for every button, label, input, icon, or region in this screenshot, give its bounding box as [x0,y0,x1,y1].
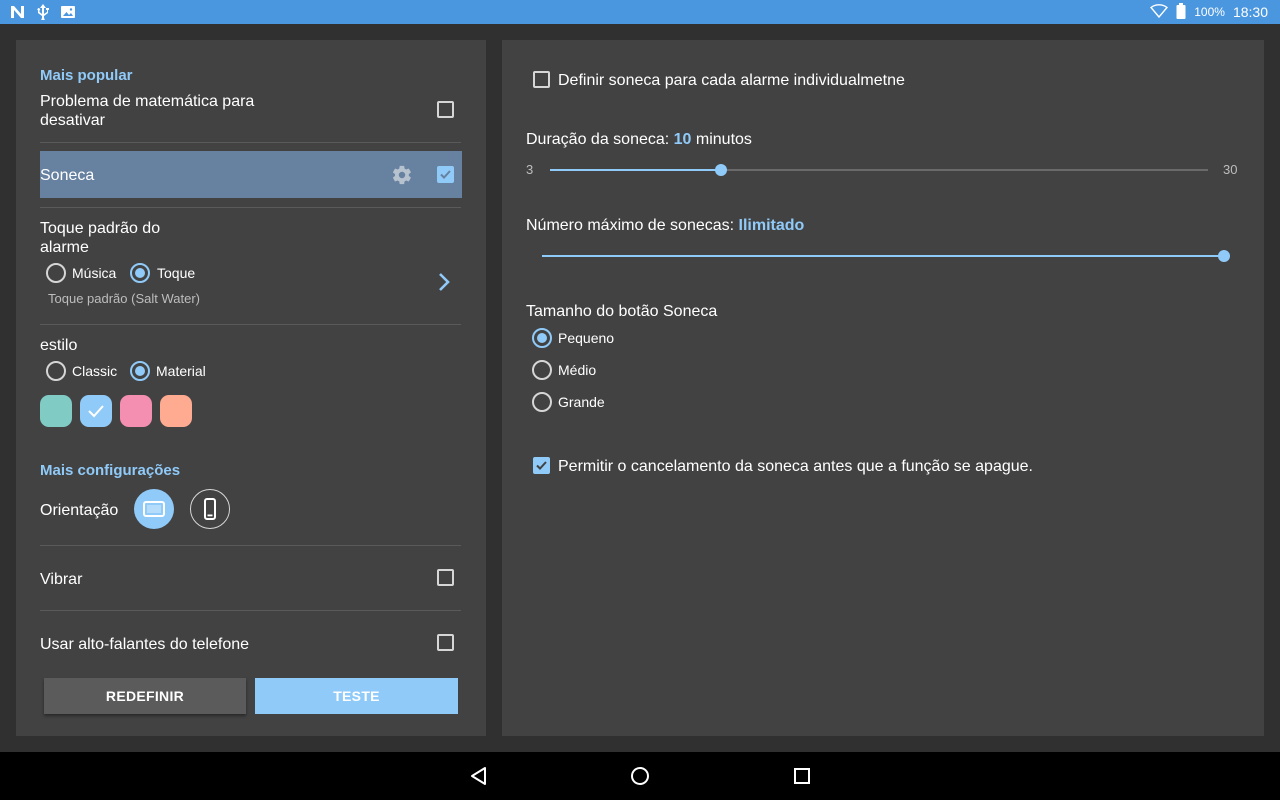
divider [40,324,461,325]
recents-icon[interactable] [790,764,814,788]
speakers-label: Usar alto-falantes do telefone [40,636,250,653]
math-problem-label-line1: Problema de matemática para [40,93,255,110]
radio-style-classic[interactable] [46,361,66,381]
max-snoozes-label: Número máximo de sonecas: Ilimitado [526,216,804,235]
radio-style-material[interactable] [130,361,150,381]
radio-size-medium[interactable] [532,360,552,380]
usb-icon [36,4,50,25]
vibrate-checkbox[interactable] [437,569,454,586]
snooze-duration-label: Duração da soneca: 10 minutos [526,130,752,149]
portrait-icon [202,498,218,525]
radio-size-large-label: Grande [558,394,605,410]
snooze-row[interactable]: Soneca [40,151,462,198]
ringtone-label-line1: Toque padrão do [40,220,161,237]
style-label: estilo [40,337,78,354]
home-icon[interactable] [628,764,652,788]
section-header-more-settings: Mais configurações [40,462,181,479]
snooze-label: Soneca [40,167,95,184]
allow-cancel-label: Permitir o cancelamento da soneca antes … [558,458,1033,475]
test-button[interactable]: TESTE [255,678,458,714]
vibrate-label: Vibrar [40,571,83,588]
slider-thumb[interactable] [1218,250,1230,262]
divider [40,207,461,208]
slider-thumb[interactable] [714,164,727,176]
color-swatch-peach[interactable] [160,395,192,427]
check-icon [87,403,105,424]
snooze-duration-value: 10 [673,131,692,148]
snooze-settings-panel: Definir soneca para cada alarme individu… [502,40,1264,736]
radio-size-medium-label: Médio [558,362,597,378]
divider [40,610,461,611]
allow-cancel-checkbox[interactable] [533,457,550,474]
ringtone-current: Toque padrão (Salt Water) [48,291,200,306]
radio-style-material-label: Material [156,363,206,379]
gear-icon[interactable] [391,164,413,191]
radio-music[interactable] [46,263,66,283]
snooze-duration-suffix: minutos [691,131,752,148]
divider [40,142,461,143]
button-size-label: Tamanho do botão Soneca [526,303,718,320]
math-problem-label-line2: desativar [40,112,105,129]
ringtone-label-line2: alarme [40,239,89,256]
color-swatch-blue[interactable] [80,395,112,427]
status-icons-left [10,4,76,25]
snooze-duration-min: 3 [526,162,534,177]
battery-percent: 100% [1194,5,1225,19]
radio-style-classic-label: Classic [72,363,118,379]
radio-size-small-label: Pequeno [558,330,615,346]
slider-fill [542,255,1224,257]
color-swatch-teal[interactable] [40,395,72,427]
snooze-duration-prefix: Duração da soneca: [526,131,674,148]
color-swatch-pink[interactable] [120,395,152,427]
max-snoozes-value: Ilimitado [738,217,805,234]
reset-button[interactable]: REDEFINIR [44,678,246,714]
image-icon [60,5,76,24]
landscape-icon [143,499,165,524]
radio-music-label: Música [72,265,117,281]
math-problem-checkbox[interactable] [437,101,454,118]
radio-ringtone[interactable] [130,263,150,283]
snooze-checkbox[interactable] [437,166,454,183]
slider-fill [550,169,721,171]
max-snoozes-prefix: Número máximo de sonecas: [526,217,739,234]
back-icon[interactable] [467,764,491,788]
radio-ringtone-label: Toque [157,265,196,281]
orientation-landscape-button[interactable] [134,489,174,529]
orientation-portrait-button[interactable] [190,489,230,529]
n-logo-icon [10,5,26,24]
status-bar: 100% 18:30 [0,0,1280,24]
navigation-bar [0,752,1280,800]
individual-snooze-label: Definir soneca para cada alarme individu… [558,72,905,89]
radio-size-large[interactable] [532,392,552,412]
battery-icon [1176,2,1186,22]
radio-size-small[interactable] [532,328,552,348]
divider [40,545,461,546]
individual-snooze-checkbox[interactable] [533,71,550,88]
orientation-label: Orientação [40,502,119,519]
wifi-icon [1150,3,1169,21]
speakers-checkbox[interactable] [437,634,454,651]
snooze-duration-max: 30 [1223,162,1238,177]
settings-panel-left: Mais popular Problema de matemática para… [16,40,486,736]
clock: 18:30 [1232,4,1268,20]
status-icons-right: 100% 18:30 [1150,0,1268,24]
section-header-popular: Mais popular [40,67,133,84]
chevron-right-icon[interactable] [436,271,452,298]
